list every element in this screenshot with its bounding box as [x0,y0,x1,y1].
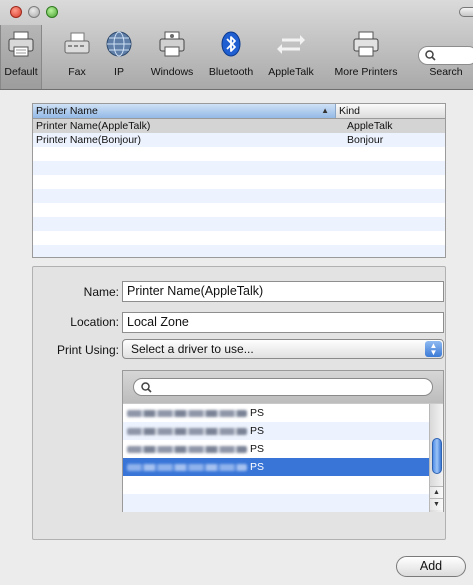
add-button[interactable]: Add [396,556,466,577]
zoom-window-button[interactable] [46,6,58,18]
empty-row [33,203,445,217]
empty-row [33,175,445,189]
toolbar-more-printers-label: More Printers [334,66,398,78]
toolbar-ip-label: IP [114,66,124,78]
location-label: Location: [70,315,119,329]
scrollbar-thumb[interactable] [432,438,442,474]
sort-ascending-icon: ▲ [321,106,329,115]
scroll-down-arrow-icon[interactable]: ▼ [430,498,443,510]
driver-suffix: PS [250,425,265,437]
print-using-select[interactable]: Select a driver to use... ▲ ▼ [122,339,444,359]
toolbar-default-button[interactable]: Default [0,25,42,89]
location-field[interactable]: Local Zone [122,312,444,333]
toolbar-search-item: Search [416,27,473,83]
toolbar-fax-label: Fax [68,66,86,78]
toolbar-more-printers-button[interactable]: More Printers [330,27,402,83]
search-icon [141,382,152,393]
driver-chooser: PS PS PS PS ▲ ▼ [122,370,444,512]
column-header-printer-name-label: Printer Name [36,105,98,117]
driver-list-item[interactable]: PS [123,458,429,476]
updown-arrows-icon: ▲ ▼ [425,341,442,357]
obscured-driver-name [127,427,247,435]
toolbar-default-label: Default [4,66,38,78]
empty-row [33,231,445,245]
table-row[interactable]: Printer Name(Bonjour) Bonjour [33,133,445,147]
empty-row [123,494,429,512]
add-printer-window: Default Fax IP Windows Bluetooth AppleTa… [0,0,473,585]
printer-list-header: Printer Name ▲ Kind [33,104,445,119]
toolbar-appletalk-button[interactable]: AppleTalk [265,27,317,83]
globe-icon [102,27,136,61]
driver-search-input[interactable] [133,378,433,396]
empty-row [33,217,445,231]
toolbar-appletalk-label: AppleTalk [268,66,314,78]
printer-name-cell: Printer Name(Bonjour) [36,134,142,146]
printer-list[interactable]: Printer Name ▲ Kind Printer Name(AppleTa… [32,103,446,258]
bluetooth-icon [214,27,248,61]
obscured-driver-name [127,463,247,471]
windows-printer-icon [155,27,189,61]
driver-search-bar [123,371,443,403]
name-field[interactable]: Printer Name(AppleTalk) [122,281,444,302]
toolbar-windows-button[interactable]: Windows [147,27,197,83]
toolbar-toggle-button[interactable] [459,7,473,17]
empty-row [33,147,445,161]
printer-name-cell: Printer Name(AppleTalk) [36,120,151,132]
toolbar-search-label: Search [429,66,463,78]
table-row[interactable]: Printer Name(AppleTalk) AppleTalk [33,119,445,133]
driver-suffix: PS [250,407,265,419]
toolbar-bluetooth-button[interactable]: Bluetooth [204,27,258,83]
name-label: Name: [83,285,119,299]
driver-list-item[interactable]: PS [123,440,429,458]
driver-suffix: PS [250,443,265,455]
fax-icon [60,27,94,61]
print-using-label: Print Using: [56,343,119,357]
empty-row [123,476,429,494]
empty-row [33,245,445,257]
driver-list-item[interactable]: PS [123,404,429,422]
printer-kind-cell: AppleTalk [347,120,393,132]
minimize-window-button[interactable] [28,6,40,18]
empty-row [33,189,445,203]
empty-row [33,161,445,175]
column-header-kind[interactable]: Kind [336,104,445,118]
printer-kind-cell: Bonjour [347,134,384,146]
driver-list-item[interactable]: PS [123,422,429,440]
obscured-driver-name [127,409,247,417]
appletalk-arrows-icon [274,27,308,61]
driver-list[interactable]: PS PS PS PS [123,404,429,512]
toolbar: Default Fax IP Windows Bluetooth AppleTa… [0,0,473,90]
print-using-value: Select a driver to use... [131,342,254,356]
toolbar-ip-button[interactable]: IP [104,27,134,83]
driver-list-scrollbar[interactable]: ▲ ▼ [429,404,443,512]
printer-list-body: Printer Name(AppleTalk) AppleTalk Printe… [33,119,445,257]
close-window-button[interactable] [10,6,22,18]
scroll-up-arrow-icon[interactable]: ▲ [430,486,443,498]
printer-icon [4,27,38,61]
column-header-kind-label: Kind [339,105,361,117]
obscured-driver-name [127,445,247,453]
toolbar-fax-button[interactable]: Fax [62,27,92,83]
toolbar-windows-label: Windows [150,66,194,78]
driver-suffix: PS [250,461,265,473]
more-printers-icon [349,27,383,61]
printer-details-panel: Name: Printer Name(AppleTalk) Location: … [32,266,446,540]
column-header-printer-name[interactable]: Printer Name ▲ [33,104,336,118]
toolbar-bluetooth-label: Bluetooth [208,66,254,78]
